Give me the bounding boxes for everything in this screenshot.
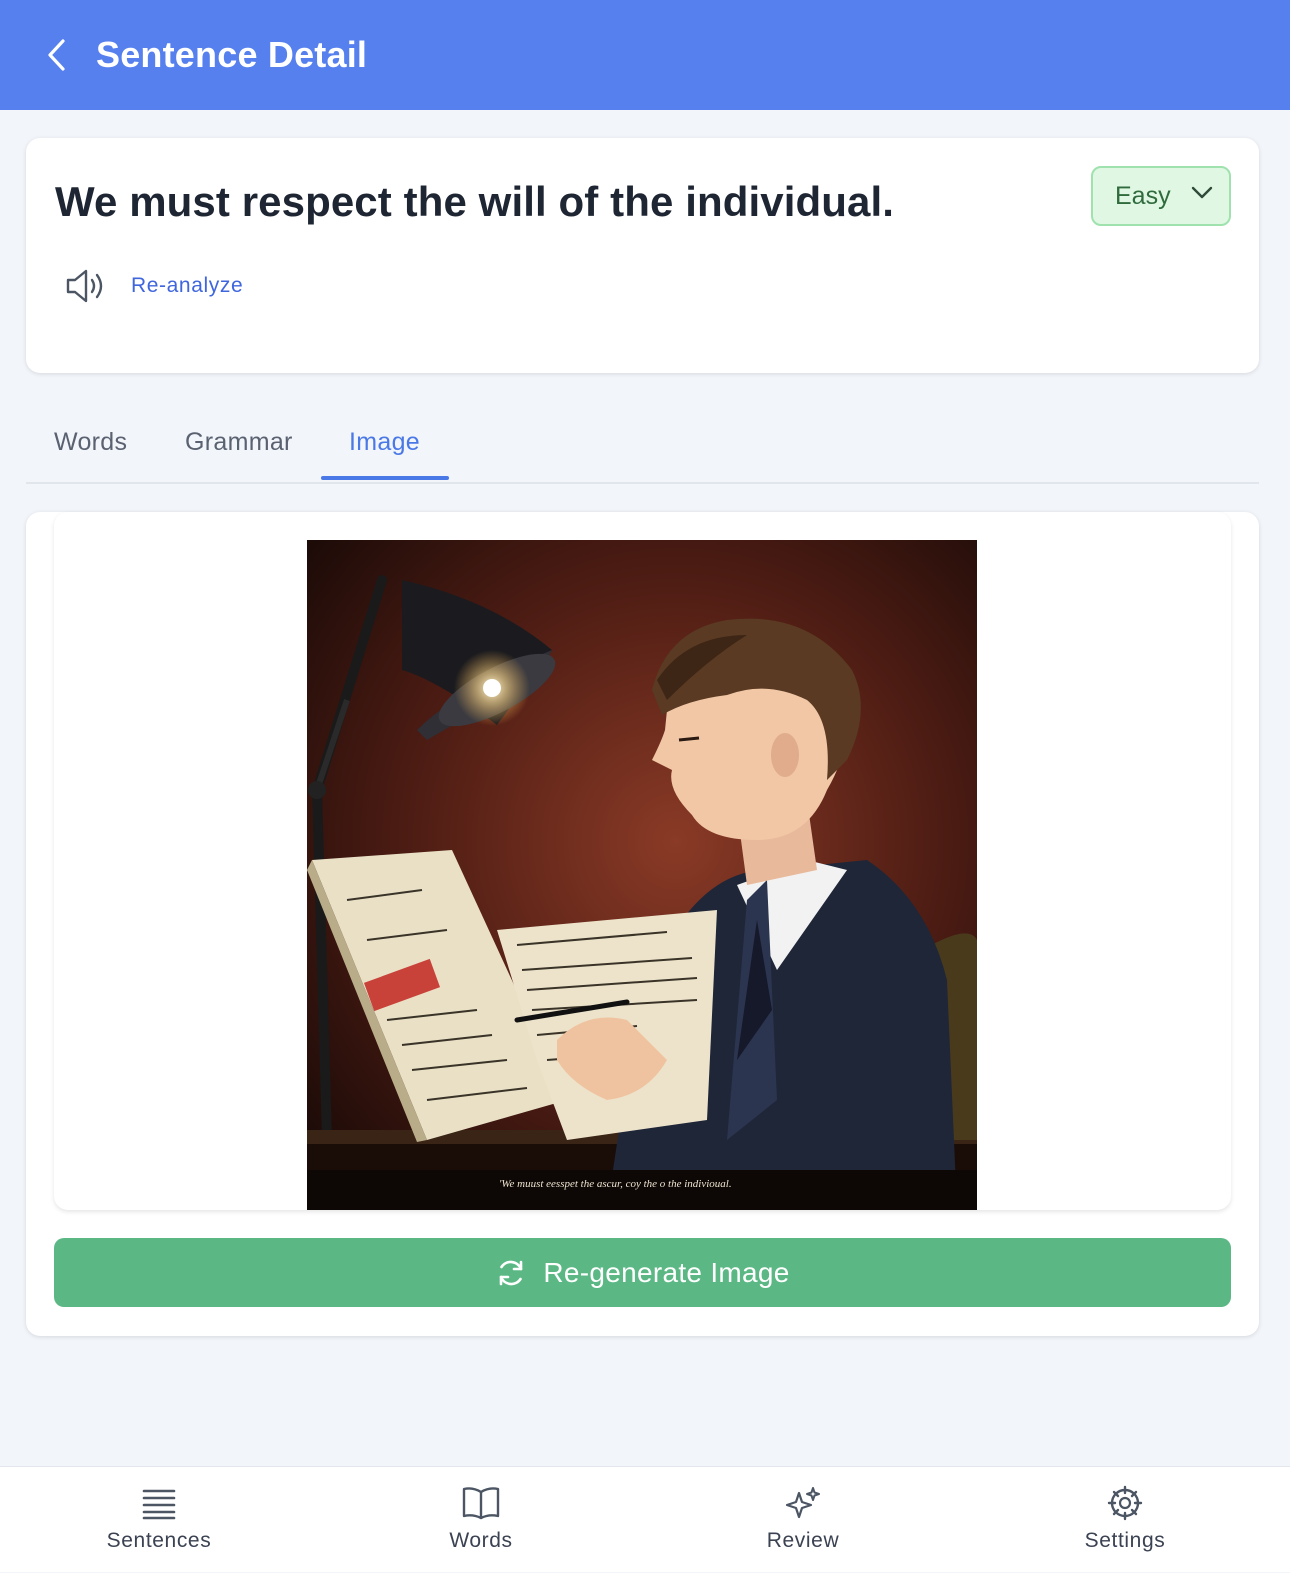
illustration-caption: 'We muust eesspet the ascur, coy the o t… [499,1178,732,1190]
nav-words[interactable]: Words [381,1467,581,1573]
gear-icon [1107,1485,1143,1521]
nav-settings-label: Settings [1084,1529,1166,1552]
refresh-icon [500,1260,523,1285]
sentence-card: We must respect the will of the individu… [26,138,1259,373]
back-button[interactable] [38,33,74,77]
reanalyze-link[interactable]: Re-analyze [131,274,243,298]
tab-grammar[interactable]: Grammar [185,428,293,457]
sentence-text: We must respect the will of the individu… [55,178,894,225]
nav-sentences[interactable]: Sentences [59,1467,259,1573]
bottom-navigation: Sentences Words Review Settings [0,1466,1290,1572]
regenerate-image-label: Re-generate Image [543,1256,790,1288]
image-card: 'We muust eesspet the ascur, coy the o t… [26,512,1259,1336]
list-icon [142,1489,176,1520]
image-frame: 'We muust eesspet the ascur, coy the o t… [54,512,1231,1210]
nav-words-label: Words [449,1529,513,1552]
speak-button[interactable] [64,266,108,306]
nav-review-label: Review [766,1529,840,1552]
difficulty-value: Easy [1115,181,1171,210]
difficulty-select[interactable]: Easy [1091,166,1231,226]
generated-illustration: 'We muust eesspet the ascur, coy the o t… [307,540,977,1210]
book-icon [462,1487,500,1520]
tab-image[interactable]: Image [349,428,420,457]
app-header: Sentence Detail [0,0,1290,110]
speaker-icon [66,269,103,303]
tab-bar: Words Grammar Image [26,400,1259,484]
nav-sentences-label: Sentences [106,1529,212,1552]
active-tab-indicator [321,476,449,480]
chevron-left-icon [48,39,65,71]
tab-words[interactable]: Words [54,428,127,457]
regenerate-image-button[interactable]: Re-generate Image [54,1238,1231,1307]
nav-review[interactable]: Review [703,1467,903,1573]
sparkle-icon [785,1487,820,1519]
nav-settings[interactable]: Settings [1025,1467,1225,1573]
page-title: Sentence Detail [96,34,368,75]
chevron-down-icon [1191,186,1213,199]
